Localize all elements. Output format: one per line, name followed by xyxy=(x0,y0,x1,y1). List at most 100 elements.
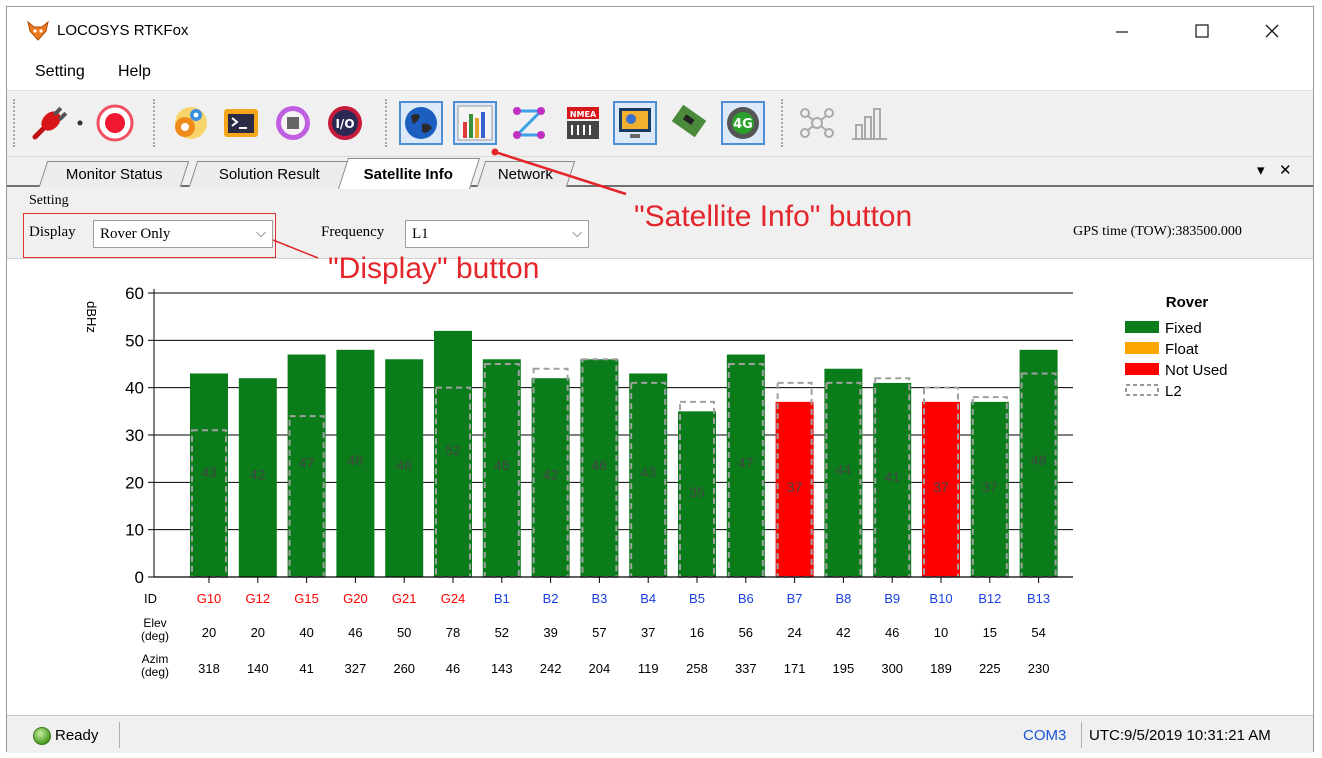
display-annotation: "Display" button xyxy=(328,252,540,285)
4g-icon: 4G xyxy=(727,107,759,139)
y-tick-label: 40 xyxy=(125,379,144,398)
frequency-dropdown[interactable]: L1 ⌵ xyxy=(405,220,589,248)
elevation-value: 10 xyxy=(934,625,948,640)
tab-solution-result[interactable]: Solution Result xyxy=(188,161,350,187)
tab-network[interactable]: Network xyxy=(476,161,576,187)
connect-dropdown-button[interactable] xyxy=(71,101,89,145)
network-gray-icon xyxy=(800,108,834,138)
elevation-value: 50 xyxy=(397,625,411,640)
azimuth-value: 140 xyxy=(247,661,269,676)
elevation-value: 37 xyxy=(641,625,655,640)
tab-monitor-status[interactable]: Monitor Status xyxy=(38,161,190,187)
tab-strip: Monitor Status Solution Result Satellite… xyxy=(7,157,1313,189)
maximize-icon xyxy=(1195,24,1209,38)
network-map-button[interactable] xyxy=(795,101,839,145)
tab-satellite-info[interactable]: Satellite Info xyxy=(337,158,481,189)
elevation-value: 20 xyxy=(251,625,265,640)
ready-status-icon xyxy=(33,727,51,745)
status-divider xyxy=(1081,722,1082,748)
gear-icon xyxy=(175,107,207,139)
close-button[interactable] xyxy=(1249,15,1295,47)
legend-swatch xyxy=(1125,321,1159,333)
toolbar-grip[interactable] xyxy=(13,99,16,147)
connect-button[interactable] xyxy=(27,101,71,145)
record-button[interactable] xyxy=(93,101,137,145)
svg-text:NMEA: NMEA xyxy=(570,110,597,119)
bar-value-label: 41 xyxy=(884,469,900,485)
nmea-icon: NMEA xyxy=(567,107,599,139)
nmea-button[interactable]: NMEA xyxy=(561,101,605,145)
satellite-id-label: G20 xyxy=(343,591,368,606)
bar-value-label: 42 xyxy=(250,467,266,483)
elevation-value: 78 xyxy=(446,625,460,640)
azimuth-value: 318 xyxy=(198,661,220,676)
row-label-azim: (deg) xyxy=(141,665,169,679)
frequency-label: Frequency xyxy=(321,224,385,240)
network-nodes-icon xyxy=(513,107,545,139)
satellite-id-label: B2 xyxy=(543,591,559,606)
bar-value-label: 43 xyxy=(640,464,656,480)
bars-gray-icon xyxy=(852,108,887,140)
terminal-button[interactable] xyxy=(219,101,263,145)
legend-label: Fixed xyxy=(1165,320,1202,337)
satellite-info-annotation: "Satellite Info" button xyxy=(634,200,913,233)
fox-logo-icon xyxy=(27,21,49,41)
legend-swatch xyxy=(1125,384,1159,396)
bar-value-label: 47 xyxy=(299,454,315,470)
elevation-value: 40 xyxy=(299,625,313,640)
tab-dropdown-icon[interactable]: ▾ xyxy=(1257,161,1265,179)
configure-button[interactable] xyxy=(167,101,211,145)
plug-connect-icon xyxy=(32,106,68,140)
azimuth-value: 119 xyxy=(638,661,659,676)
satellite-info-button[interactable] xyxy=(453,101,497,145)
frequency-value: L1 xyxy=(412,226,429,242)
monitor-button[interactable] xyxy=(613,101,657,145)
bar-value-label: 35 xyxy=(689,484,705,500)
globe-icon xyxy=(405,107,437,139)
azimuth-value: 46 xyxy=(446,661,460,676)
elevation-value: 46 xyxy=(885,625,899,640)
azimuth-value: 337 xyxy=(735,661,757,676)
elevation-value: 54 xyxy=(1031,625,1045,640)
bar-value-label: 44 xyxy=(836,462,852,478)
bar-value-label: 52 xyxy=(445,442,461,458)
bar-value-label: 46 xyxy=(396,457,412,473)
status-ready: Ready xyxy=(55,727,99,744)
legend-label: Float xyxy=(1165,341,1199,358)
satellite-id-label: B10 xyxy=(929,591,952,606)
dropdown-dot-icon xyxy=(77,120,83,126)
setting-group-label: Setting xyxy=(29,193,69,208)
menu-setting[interactable]: Setting xyxy=(35,63,85,81)
4g-button[interactable]: 4G xyxy=(721,101,765,145)
io-button[interactable]: I/O xyxy=(323,101,367,145)
azimuth-value: 258 xyxy=(686,661,708,676)
azimuth-value: 171 xyxy=(784,661,806,676)
svg-text:4G: 4G xyxy=(733,117,753,132)
minimize-button[interactable] xyxy=(1099,15,1145,47)
row-label-azim: Azim xyxy=(142,652,169,666)
elevation-value: 24 xyxy=(787,625,801,640)
status-utc-time: UTC:9/5/2019 10:31:21 AM xyxy=(1089,727,1271,744)
elevation-value: 15 xyxy=(983,625,997,640)
satellite-id-label: G10 xyxy=(197,591,222,606)
device-button[interactable] xyxy=(667,101,711,145)
toolbar: I/O NMEA 4G xyxy=(7,91,1313,157)
statistics-button[interactable] xyxy=(847,101,891,145)
satellite-id-label: B9 xyxy=(884,591,900,606)
map-button[interactable] xyxy=(399,101,443,145)
y-tick-label: 20 xyxy=(125,473,144,492)
toolbar-separator xyxy=(781,99,784,147)
azimuth-value: 260 xyxy=(393,661,415,676)
menu-help[interactable]: Help xyxy=(118,63,151,81)
minimize-icon xyxy=(1116,31,1128,33)
chip-icon xyxy=(276,106,310,140)
satellite-id-label: G15 xyxy=(294,591,319,606)
firmware-button[interactable] xyxy=(271,101,315,145)
y-tick-label: 10 xyxy=(125,521,144,540)
tab-close-icon[interactable]: ✕ xyxy=(1279,161,1292,179)
maximize-button[interactable] xyxy=(1179,15,1225,47)
satellite-chart-area: 0 10 20 30 40 50 60 dBHz ID Elev (deg) Azim (deg) 43 G… xyxy=(7,259,1313,715)
azimuth-value: 143 xyxy=(491,661,513,676)
network-button[interactable] xyxy=(507,101,551,145)
elevation-value: 46 xyxy=(348,625,362,640)
